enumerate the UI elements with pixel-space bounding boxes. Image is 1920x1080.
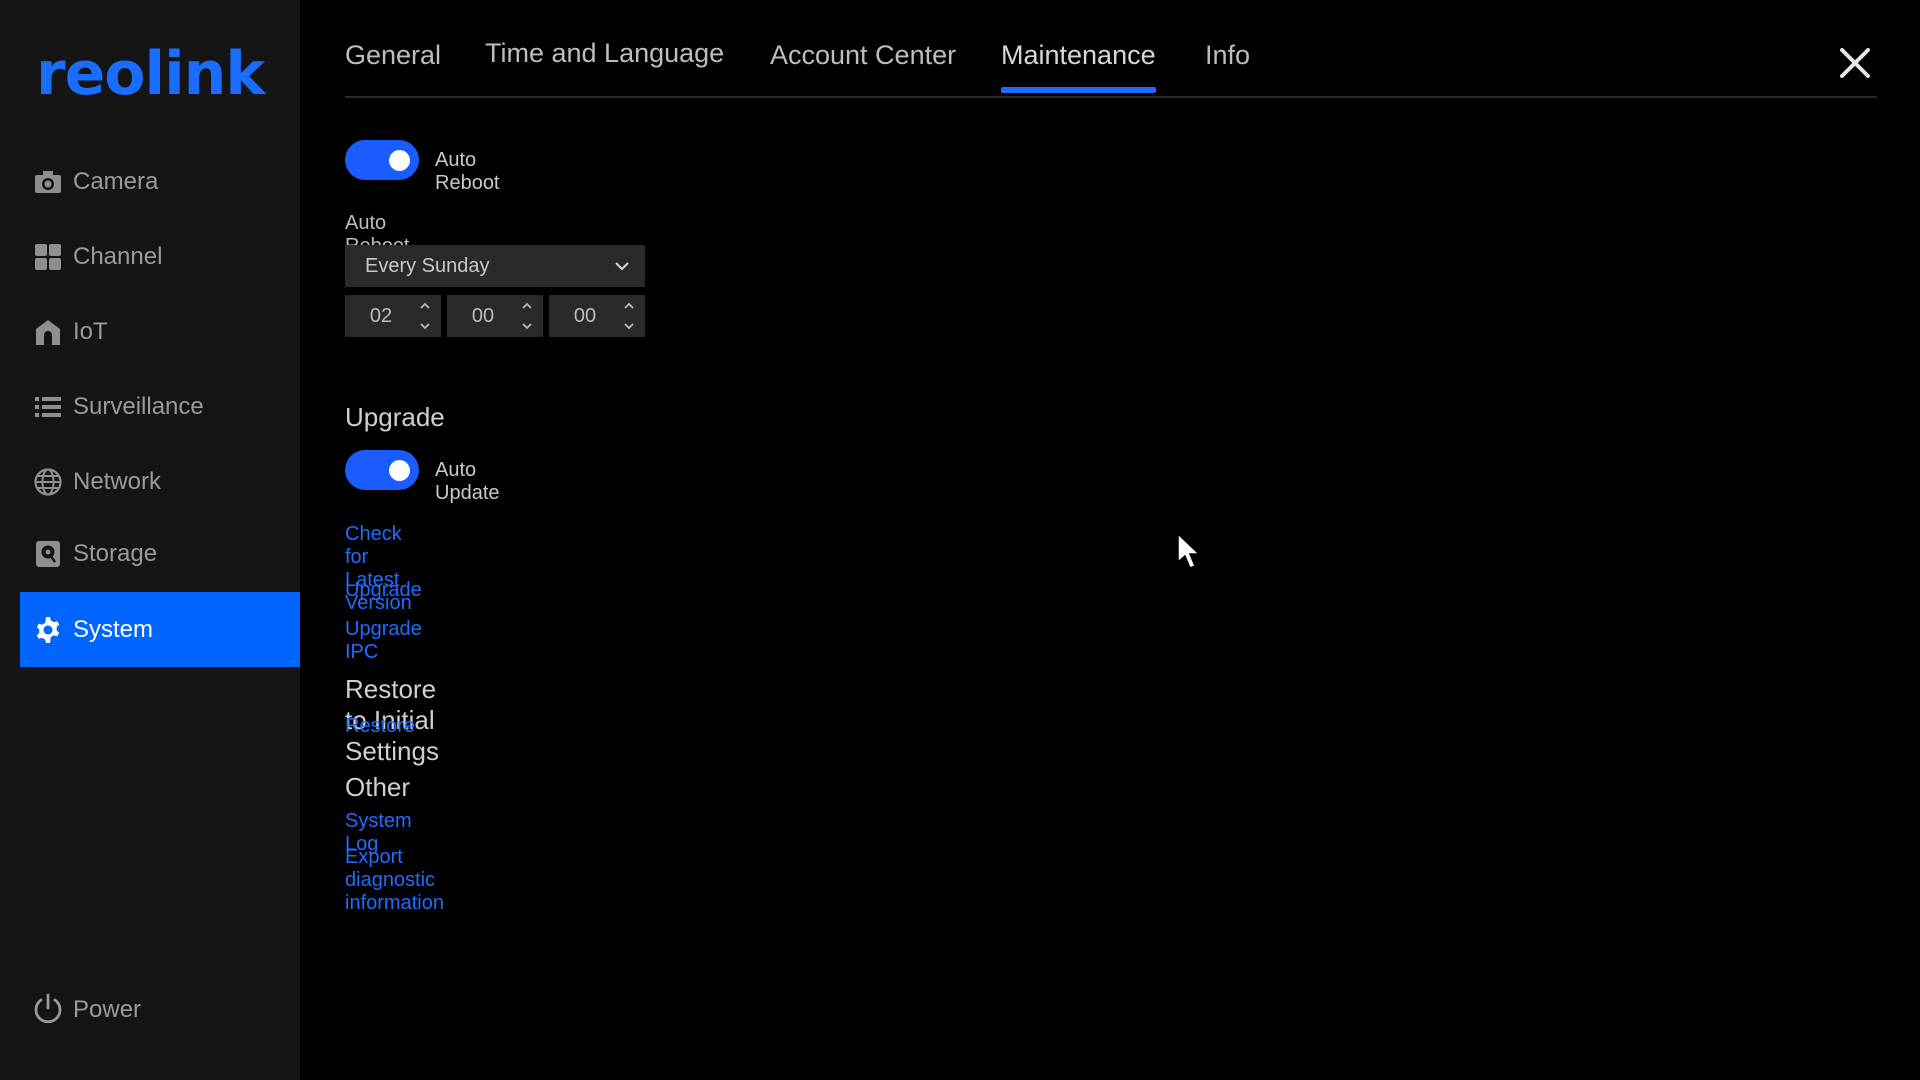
upgrade-link[interactable]: Upgrade xyxy=(345,579,422,602)
reboot-schedule-value: Every Sunday xyxy=(365,254,490,277)
stepper-arrows-icon[interactable] xyxy=(521,299,533,333)
other-section-title: Other xyxy=(345,772,411,802)
tab-info[interactable]: Info xyxy=(1205,40,1250,71)
restore-link[interactable]: Restore xyxy=(345,715,415,738)
sidebar-item-network[interactable]: Network xyxy=(20,444,300,519)
export-diagnostic-link[interactable]: Export diagnostic information xyxy=(345,846,444,915)
minute-value: 00 xyxy=(471,304,495,327)
auto-update-toggle[interactable] xyxy=(345,450,419,490)
tab-time-and-language[interactable]: Time and Language xyxy=(485,38,724,69)
reboot-schedule-select[interactable]: Every Sunday xyxy=(345,245,645,287)
reolink-logo: reolink xyxy=(36,39,265,109)
second-stepper[interactable]: 00 xyxy=(549,295,645,337)
globe-icon xyxy=(32,466,64,498)
upgrade-ipc-link[interactable]: Upgrade IPC xyxy=(345,618,422,664)
tab-maintenance[interactable]: Maintenance xyxy=(1001,40,1156,93)
tab-general[interactable]: General xyxy=(345,40,441,71)
sidebar-item-label: Storage xyxy=(73,540,158,567)
minute-stepper[interactable]: 00 xyxy=(447,295,543,337)
power-button[interactable]: Power xyxy=(32,993,141,1027)
power-label: Power xyxy=(73,996,142,1023)
second-value: 00 xyxy=(573,304,597,327)
home-icon xyxy=(32,316,64,348)
mouse-pointer-icon xyxy=(1177,532,1201,569)
power-icon xyxy=(32,993,64,1027)
sidebar: reolink Camera Channel IoT Surveillance xyxy=(0,0,300,1080)
stepper-arrows-icon[interactable] xyxy=(419,299,431,333)
hour-stepper[interactable]: 02 xyxy=(345,295,441,337)
sidebar-nav: Camera Channel IoT Surveillance Network xyxy=(20,144,300,667)
storage-icon xyxy=(32,538,64,570)
sidebar-item-label: IoT xyxy=(73,317,108,345)
sidebar-item-channel[interactable]: Channel xyxy=(20,219,300,294)
sidebar-item-camera[interactable]: Camera xyxy=(20,144,300,219)
auto-update-label: Auto Update xyxy=(435,459,500,504)
chevron-down-icon xyxy=(615,262,629,271)
sidebar-item-surveillance[interactable]: Surveillance xyxy=(20,369,300,444)
upgrade-section-title: Upgrade xyxy=(345,402,445,432)
sidebar-item-label: Network xyxy=(73,467,162,495)
sidebar-item-system[interactable]: System xyxy=(20,592,300,667)
sidebar-item-label: Surveillance xyxy=(73,392,204,420)
stepper-arrows-icon[interactable] xyxy=(623,299,635,333)
hour-value: 02 xyxy=(369,304,393,327)
sidebar-item-storage[interactable]: Storage xyxy=(20,519,300,589)
sidebar-item-iot[interactable]: IoT xyxy=(20,294,300,369)
camera-icon xyxy=(32,166,64,198)
auto-reboot-label: Auto Reboot xyxy=(435,149,500,194)
gear-icon xyxy=(32,614,64,646)
sidebar-item-label: Camera xyxy=(73,167,159,195)
sidebar-item-label: Channel xyxy=(73,242,163,270)
sidebar-item-label: System xyxy=(73,615,154,643)
close-icon[interactable] xyxy=(1838,46,1872,80)
tab-account-center[interactable]: Account Center xyxy=(770,40,956,71)
list-icon xyxy=(32,391,64,423)
auto-reboot-toggle[interactable] xyxy=(345,140,419,180)
tab-bar: General Time and Language Account Center… xyxy=(345,38,1877,98)
grid-icon xyxy=(32,241,64,273)
